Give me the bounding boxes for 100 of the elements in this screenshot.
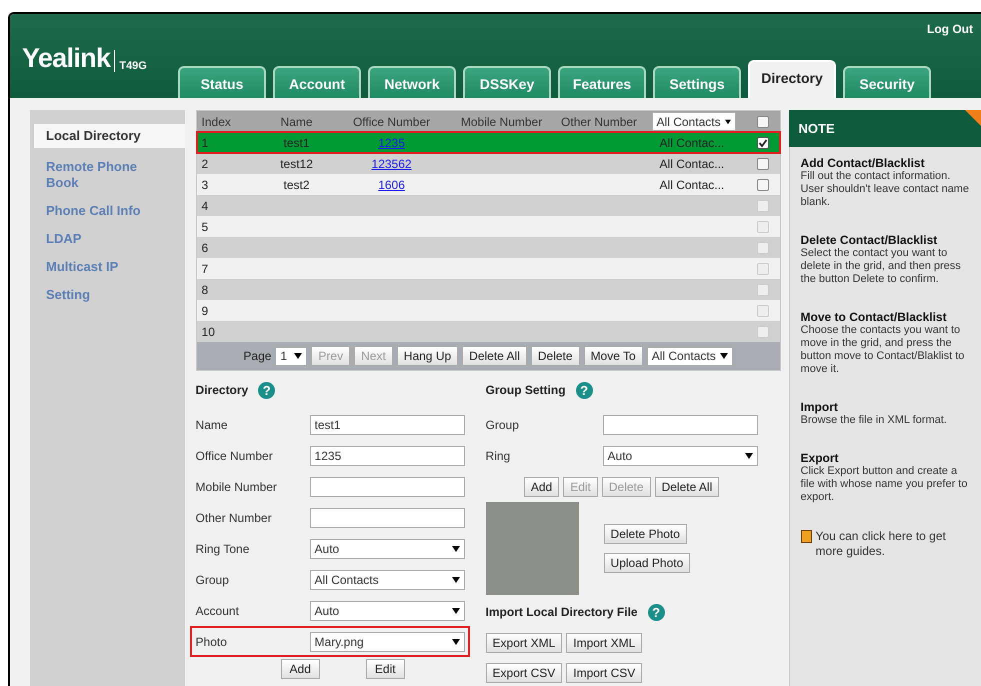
caret-icon: [720, 353, 728, 359]
caret-icon: [452, 638, 460, 644]
input-field[interactable]: [310, 508, 465, 528]
section-title: Group Setting: [486, 382, 566, 399]
button[interactable]: Import XML: [566, 633, 642, 653]
button[interactable]: Delete All: [654, 476, 720, 496]
guide-icon[interactable]: [800, 530, 812, 543]
corner-fold-icon: [965, 110, 981, 126]
phone-link[interactable]: 1606: [378, 178, 405, 192]
help-button[interactable]: ?: [648, 604, 665, 620]
field-label: Photo: [196, 634, 228, 650]
table-cell-text: 3: [200, 176, 210, 194]
field-label: Group: [196, 572, 230, 588]
button[interactable]: Delete All: [462, 346, 527, 366]
phone-link[interactable]: 123562: [372, 156, 412, 170]
table-cell: All Contac...: [660, 136, 724, 150]
button[interactable]: Move To: [584, 346, 643, 366]
dropdown[interactable]: 1: [275, 346, 308, 366]
field-label: Ring Tone: [196, 540, 250, 558]
dropdown[interactable]: Auto: [310, 538, 465, 558]
checkbox[interactable]: [757, 116, 770, 128]
caret-icon: [294, 353, 302, 359]
column-header: Name: [280, 114, 314, 130]
table-row[interactable]: 2 test12 123562 All Contac...: [196, 153, 780, 174]
section-title: Directory: [196, 382, 248, 399]
button[interactable]: Upload Photo: [604, 553, 690, 573]
dropdown[interactable]: Auto: [602, 446, 758, 466]
tab[interactable]: Account: [273, 66, 361, 98]
logo: Yealink: [22, 45, 110, 72]
guide-link[interactable]: You can click here to get more guides.: [816, 529, 970, 559]
button[interactable]: Import CSV: [566, 663, 642, 683]
table-cell-text: 10: [200, 324, 216, 340]
table-cell-text: 6: [200, 240, 210, 256]
tab[interactable]: Network: [368, 66, 456, 98]
caret-icon: [744, 452, 753, 458]
note-heading: Add Contact/Blacklist: [800, 157, 926, 170]
tab[interactable]: Status: [178, 66, 266, 98]
table-cell: test1: [284, 136, 310, 150]
caret-icon: [452, 576, 460, 582]
field-label: Mobile Number: [196, 478, 278, 496]
dropdown[interactable]: All Contacts: [652, 112, 736, 131]
caret-icon: [452, 608, 460, 614]
table-row[interactable]: 1 test1 1235 All Contac...: [196, 132, 780, 153]
note-title: NOTE: [798, 120, 835, 138]
button: Edit: [563, 476, 598, 496]
note-heading: Delete Contact/Blacklist: [800, 234, 938, 247]
note-text: Select the contact you want to delete in the grid, and then press the button Delete to confirm.: [800, 247, 962, 286]
dropdown[interactable]: Auto: [310, 600, 465, 620]
input-field[interactable]: [602, 414, 758, 434]
table-cell-text: 4: [200, 198, 210, 214]
note-text: Fill out the contact information. User shouldn't leave contact name blank.: [800, 170, 970, 209]
tab[interactable]: Security: [843, 66, 931, 98]
button[interactable]: Export CSV: [486, 663, 562, 683]
field-label: Ring: [486, 448, 512, 464]
button[interactable]: Add: [280, 659, 320, 679]
dropdown[interactable]: All Contacts: [646, 346, 733, 366]
table-cell: test12: [280, 156, 313, 170]
tab[interactable]: Settings: [653, 66, 741, 98]
column-header: Mobile Number: [460, 114, 544, 130]
button[interactable]: Hang Up: [396, 346, 458, 366]
note-heading: Export: [800, 452, 840, 465]
field-label: Office Number: [196, 448, 274, 464]
button[interactable]: Edit: [366, 659, 405, 679]
tab[interactable]: DSSKey: [463, 66, 551, 98]
help-button[interactable]: ?: [258, 382, 276, 398]
caret-icon: [452, 546, 460, 552]
input-field[interactable]: [310, 476, 465, 496]
checkbox[interactable]: [757, 178, 770, 190]
button[interactable]: Add: [524, 476, 560, 496]
tab[interactable]: Features: [558, 66, 646, 98]
button[interactable]: Delete: [530, 346, 580, 366]
column-header: Office Number: [352, 114, 432, 130]
note-heading: Move to Contact/Blacklist: [800, 311, 948, 324]
input-field[interactable]: 1235: [310, 446, 465, 466]
checkbox[interactable]: [757, 136, 770, 148]
checkbox[interactable]: [757, 158, 770, 170]
sidebar-item[interactable]: Local Directory: [34, 124, 185, 148]
column-header: Other Number: [560, 114, 638, 130]
field-label: Other Number: [196, 510, 273, 526]
help-button[interactable]: ?: [576, 382, 593, 398]
table-cell-text: 2: [200, 156, 210, 172]
field-label: Name: [196, 416, 229, 434]
field-label: Account: [196, 602, 240, 620]
button: Delete: [602, 476, 651, 496]
tab[interactable]: Directory: [748, 60, 836, 98]
note-text: Choose the contacts you want to move in the grid, and press the button move to Contact/Blaklist to move it.: [800, 324, 966, 376]
note-heading: Import: [800, 401, 839, 414]
dropdown[interactable]: Mary.png: [310, 632, 465, 652]
table-cell-text: 8: [200, 282, 210, 298]
note-text: Click Export button and create a file with whose name you prefer to export.: [800, 465, 968, 504]
dropdown[interactable]: All Contacts: [310, 570, 465, 590]
table-cell-text: 1: [200, 134, 210, 152]
input-field[interactable]: test1: [310, 414, 465, 434]
table-cell: test2: [284, 178, 310, 192]
button[interactable]: Delete Photo: [604, 524, 687, 544]
column-header: Index: [200, 114, 232, 130]
logout-link[interactable]: Log Out: [927, 20, 973, 38]
button[interactable]: Export XML: [486, 633, 562, 653]
button: Prev: [311, 346, 350, 366]
section-title: Import Local Directory File: [486, 604, 638, 621]
